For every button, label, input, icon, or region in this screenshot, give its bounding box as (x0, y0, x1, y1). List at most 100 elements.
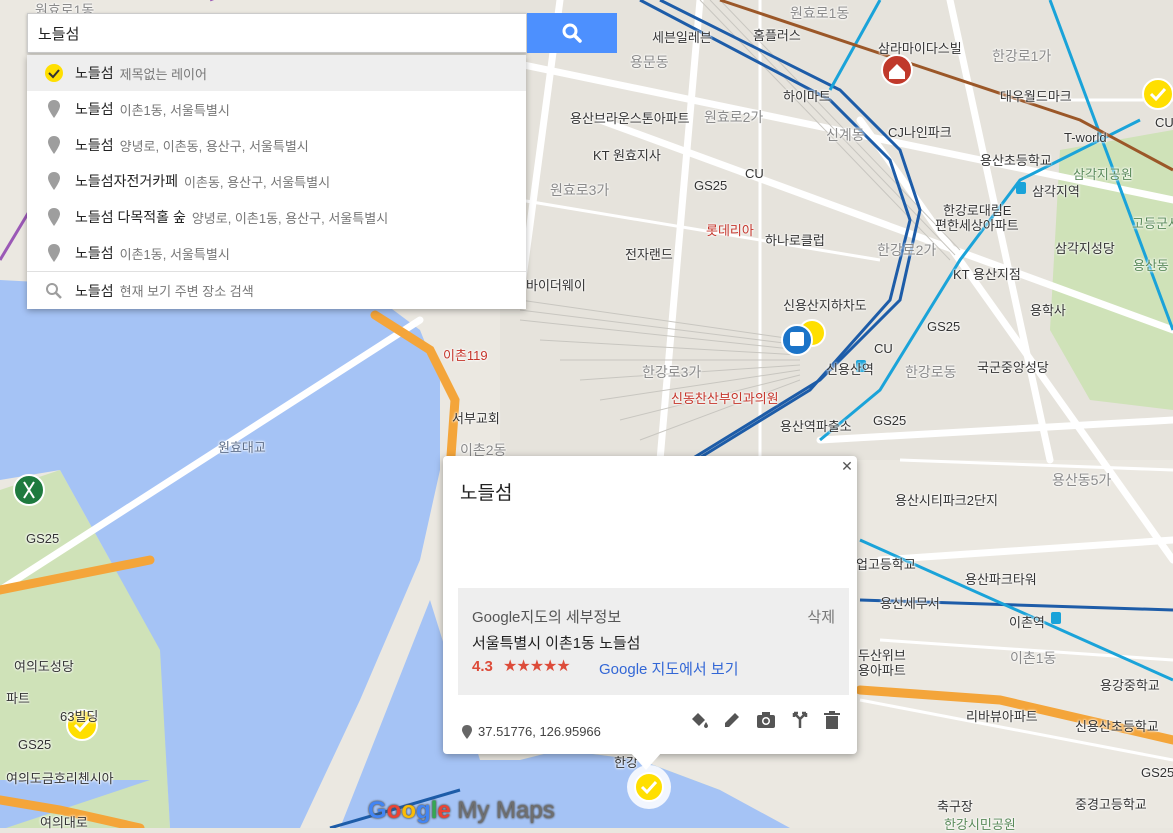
map-label: GS25 (694, 178, 728, 193)
suggestion-title: 노들섬 (75, 65, 114, 81)
close-icon[interactable]: ✕ (840, 459, 854, 473)
map-label: 원효대교 (218, 440, 266, 455)
map-label: 롯데리아 (706, 223, 754, 238)
map-label: GS25 (873, 413, 907, 428)
map-label: 대우월드마크 (1000, 89, 1072, 104)
marker-home[interactable] (881, 54, 913, 86)
map-label: 신동찬산부인과의원 (671, 391, 779, 406)
pin-icon (462, 724, 472, 739)
google-my-maps-logo: Google My Maps (368, 797, 555, 824)
map-label: 고등군사 (1132, 216, 1173, 231)
details-address: 서울특별시 이촌1동 노들섬 (472, 635, 641, 652)
map-label: T-world (1064, 130, 1107, 145)
suggestion-subtitle: 이촌1동, 서울특별시 (119, 102, 230, 118)
map-label: 용산역파출소 (780, 419, 852, 434)
suggestion-subtitle: 이촌1동, 서울특별시 (119, 246, 230, 262)
map-label: 한강시민공원 (944, 817, 1016, 832)
map-label: 하이마트 (783, 89, 831, 104)
suggestion-title: 노들섬 (75, 282, 114, 299)
map-label: 원효로3가 (550, 182, 610, 198)
map-label: GS25 (1141, 765, 1173, 780)
suggestion-subtitle: 양녕로, 이촌동, 용산구, 서울특별시 (119, 138, 309, 154)
search-input[interactable] (28, 14, 528, 52)
map-label: CJ나인파크 (888, 125, 952, 140)
map-label: 용산초등학교 (980, 153, 1052, 168)
map-label: GS25 (26, 531, 60, 546)
suggestion-item[interactable]: 노들섬 제목없는 레이어 (27, 55, 526, 91)
map-label: 신용산초등학교 (1075, 719, 1159, 734)
google-details-panel: Google지도의 세부정보 삭제 서울특별시 이촌1동 노들섬 4.3 ★★★… (458, 588, 849, 695)
map-label: 서부교회 (452, 411, 500, 426)
marker-yellow-check[interactable] (1142, 78, 1173, 110)
map-label: 이촌1동 (1010, 650, 1057, 666)
pin-icon (41, 98, 67, 120)
trash-icon[interactable] (820, 709, 844, 731)
suggestion-subtitle: 현재 보기 주변 장소 검색 (119, 284, 254, 299)
map-label: GS25 (927, 319, 961, 334)
marker-bus[interactable] (781, 324, 813, 356)
suggestion-item[interactable]: 노들섬 이촌1동, 서울특별시 (27, 235, 526, 271)
map-label: 중경고등학교 (1075, 797, 1147, 812)
map-label: 홈플러스 (753, 28, 801, 43)
map-label: 용산세무서 (880, 596, 940, 611)
search-button[interactable] (527, 13, 617, 53)
map-label: 바이더웨이 (526, 278, 586, 293)
map-label: KT 용산지점 (953, 267, 1021, 282)
map-label: 이촌역 (1009, 615, 1045, 630)
map-label: 여의대로 (40, 815, 88, 830)
map-label: 삼라마이다스빌 (878, 41, 962, 56)
edit-pencil-icon[interactable] (720, 709, 744, 731)
map-label: 용강중학교 (1100, 678, 1160, 693)
map-label: 편한세상아파트 (935, 218, 1019, 233)
map-label: 용문동 (630, 54, 669, 70)
info-title: 노들섬 (460, 483, 513, 504)
map-label: 신용산역 (826, 362, 874, 377)
map-label: CU (874, 341, 893, 356)
map-label: 63빌딩 (60, 709, 99, 724)
map-label: GS25 (18, 737, 52, 752)
delete-button[interactable]: 삭제 (807, 606, 835, 627)
map-label: 한강로3가 (642, 364, 702, 380)
map-label: 용학사 (1030, 303, 1066, 318)
map-label: 삼각지공원 (1073, 167, 1133, 182)
search-icon (562, 23, 582, 43)
rating-stars: ★★★★★ (503, 658, 571, 675)
suggestion-title: 노들섬 (75, 101, 114, 117)
suggestion-subtitle: 제목없는 레이어 (119, 66, 207, 82)
suggestion-title: 노들섬 (75, 245, 114, 261)
map-label: 용산시티파크2단지 (895, 493, 998, 508)
marker-selected-nodeul[interactable] (627, 765, 671, 809)
map-label: 여의도성당 (14, 659, 74, 674)
suggestion-search-nearby[interactable]: 노들섬 현재 보기 주변 장소 검색 (27, 271, 526, 309)
map-label: 신계동 (826, 127, 865, 143)
suggestion-item[interactable]: 노들섬 이촌1동, 서울특별시 (27, 91, 526, 127)
pin-icon (41, 170, 67, 192)
map-label: 삼각지성당 (1055, 241, 1115, 256)
search-box (27, 13, 528, 53)
map-label: CU (1155, 115, 1173, 130)
info-window-tail (630, 752, 662, 770)
suggestion-item[interactable]: 노들섬 다목적홀 숲 양녕로, 이촌1동, 용산구, 서울특별시 (27, 199, 526, 235)
open-in-google-maps-link[interactable]: Google 지도에서 보기 (599, 658, 739, 679)
suggestion-subtitle: 양녕로, 이촌1동, 용산구, 서울특별시 (191, 210, 389, 226)
camera-icon[interactable] (754, 709, 778, 731)
map-label: 한강로2가 (877, 242, 937, 258)
directions-icon[interactable] (788, 709, 812, 731)
pin-icon (41, 134, 67, 156)
suggestion-item[interactable]: 노들섬 양녕로, 이촌동, 용산구, 서울특별시 (27, 127, 526, 163)
paint-bucket-icon[interactable] (687, 709, 711, 731)
coordinates-text: 37.51776, 126.95966 (478, 724, 601, 739)
map-label: KT 원효지사 (593, 148, 661, 163)
pin-icon (41, 206, 67, 228)
map-label: 리바뷰아파트 (966, 709, 1038, 724)
search-icon (41, 280, 67, 302)
map-label: 신용산지하차도 (783, 298, 867, 313)
map-label: CU (745, 166, 764, 181)
marker-restaurant[interactable] (13, 474, 45, 506)
details-heading: Google지도의 세부정보 (472, 609, 622, 626)
map-label: 축구장 (937, 799, 973, 814)
pin-icon (41, 242, 67, 264)
suggestion-title: 노들섬 (75, 137, 114, 153)
map-label: 용아파트 (858, 663, 906, 678)
suggestion-item[interactable]: 노들섬자전거카페 이촌동, 용산구, 서울특별시 (27, 163, 526, 199)
